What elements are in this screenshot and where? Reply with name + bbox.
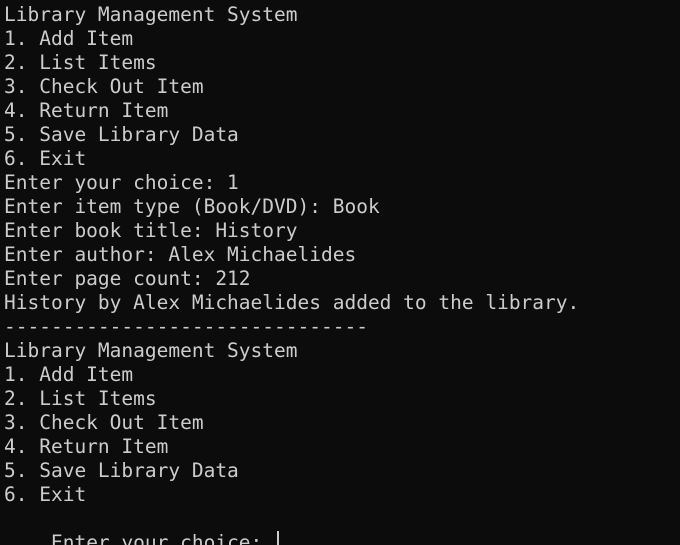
- output-line-menu-add-item: 1. Add Item: [4, 363, 134, 386]
- output-line-separator: -------------------------------: [4, 315, 368, 338]
- output-line-menu-return: 4. Return Item: [4, 99, 169, 122]
- output-line-choice: Enter your choice: 1: [4, 171, 239, 194]
- output-line-menu-exit: 6. Exit: [4, 147, 87, 170]
- output-line-item-type: Enter item type (Book/DVD): Book: [4, 195, 380, 218]
- output-line-menu-list-items: 2. List Items: [4, 51, 157, 74]
- output-line-author: Enter author: Alex Michaelides: [4, 243, 357, 266]
- output-line-menu-return: 4. Return Item: [4, 435, 169, 458]
- output-line-menu-title: Library Management System: [4, 339, 298, 362]
- output-line-page-count: Enter page count: 212: [4, 267, 251, 290]
- output-line-menu-save: 5. Save Library Data: [4, 459, 239, 482]
- output-line-book-title: Enter book title: History: [4, 219, 298, 242]
- output-line-menu-title: Library Management System: [4, 3, 298, 26]
- output-line-menu-save: 5. Save Library Data: [4, 123, 239, 146]
- terminal-window[interactable]: Library Management System 1. Add Item 2.…: [0, 0, 680, 545]
- text-cursor[interactable]: [277, 531, 280, 545]
- output-line-menu-check-out: 3. Check Out Item: [4, 75, 204, 98]
- output-line-menu-check-out: 3. Check Out Item: [4, 411, 204, 434]
- output-line-menu-list-items: 2. List Items: [4, 387, 157, 410]
- output-line-added-confirmation: History by Alex Michaelides added to the…: [4, 291, 580, 314]
- input-prompt-label: Enter your choice:: [50, 531, 275, 545]
- input-prompt-line[interactable]: Enter your choice:: [4, 507, 680, 545]
- output-line-menu-exit: 6. Exit: [4, 483, 87, 506]
- output-line-menu-add-item: 1. Add Item: [4, 27, 134, 50]
